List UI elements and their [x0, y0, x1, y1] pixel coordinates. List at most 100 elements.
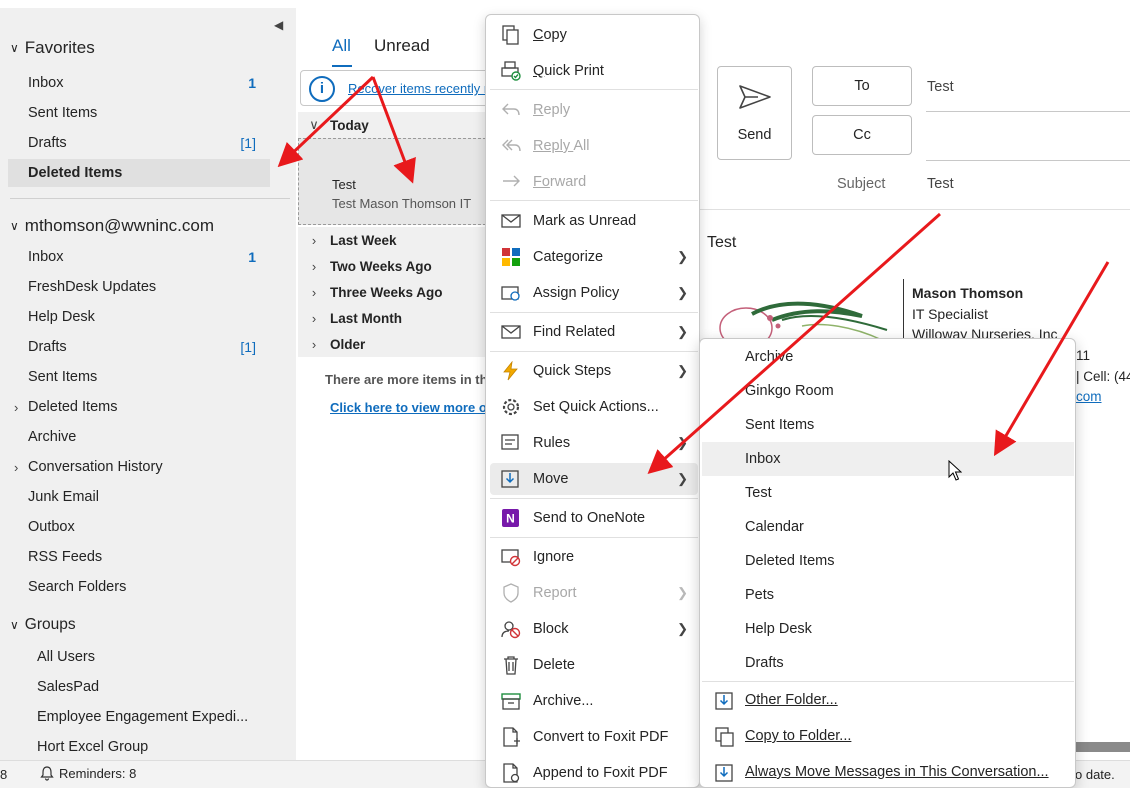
folder-archive[interactable]: Archive: [28, 423, 268, 451]
menu-separator: [490, 312, 698, 313]
group-item[interactable]: All Users: [37, 643, 277, 671]
recover-items-link[interactable]: Recover items recently r: [348, 81, 488, 96]
group-header-last-week[interactable]: › Last Week: [298, 227, 486, 253]
group-header-older[interactable]: › Older: [298, 331, 486, 357]
folder-junk-email[interactable]: Junk Email: [28, 483, 268, 511]
chevron-right-icon[interactable]: ›: [14, 400, 18, 415]
collapse-pane-button[interactable]: ◀: [274, 18, 283, 32]
signature-link[interactable]: com: [1076, 389, 1102, 404]
menu-item-set-quick-actions[interactable]: Set Quick Actions...: [490, 391, 698, 423]
mouse-cursor-icon: [948, 460, 962, 481]
to-button[interactable]: To: [812, 66, 912, 106]
menu-item-copy[interactable]: Copy: [490, 19, 698, 51]
subject-field[interactable]: Test: [927, 176, 954, 192]
chevron-right-icon[interactable]: ›: [14, 460, 18, 475]
cc-button[interactable]: Cc: [812, 115, 912, 155]
group-item[interactable]: Hort Excel Group: [37, 733, 277, 761]
submenu-always-move[interactable]: Always Move Messages in This Conversatio…: [702, 755, 1074, 788]
gear-icon: [502, 398, 520, 416]
submenu-folder-test[interactable]: Test: [702, 476, 1074, 510]
message-item[interactable]: Test Test Mason Thomson IT: [298, 138, 486, 225]
folder-deleted-items[interactable]: › Deleted Items: [14, 393, 268, 421]
context-menu: Copy Quick Print Reply Reply All Forward…: [485, 14, 700, 788]
account-header[interactable]: ∨ mthomson@wwninc.com: [10, 216, 214, 236]
chevron-down-icon: ∨: [10, 219, 19, 233]
submenu-folder-sent-items[interactable]: Sent Items: [702, 408, 1074, 442]
menu-item-send-to-onenote[interactable]: N Send to OneNote: [490, 502, 698, 534]
group-header-today[interactable]: ∨ Today: [298, 112, 486, 138]
tab-unread[interactable]: Unread: [374, 36, 430, 56]
bell-icon: [40, 766, 54, 781]
horizontal-scrollbar[interactable]: [1076, 742, 1130, 752]
tab-all[interactable]: All: [332, 36, 351, 56]
move-folder-icon: [715, 692, 733, 710]
header-divider: [696, 209, 1130, 210]
menu-item-report[interactable]: Report ❯: [490, 577, 698, 609]
signature-phone: 11: [1076, 348, 1091, 363]
folder-drafts[interactable]: Drafts [1]: [28, 333, 268, 361]
menu-separator: [490, 89, 698, 90]
menu-item-reply[interactable]: Reply: [490, 94, 698, 126]
menu-item-forward[interactable]: Forward: [490, 166, 698, 198]
favorite-deleted-items[interactable]: Deleted Items: [8, 159, 270, 187]
menu-item-block[interactable]: Block ❯: [490, 613, 698, 645]
signature-title: IT Specialist: [912, 306, 988, 322]
folder-sent-items[interactable]: Sent Items: [28, 363, 268, 391]
folder-rss-feeds[interactable]: RSS Feeds: [28, 543, 268, 571]
folder-outbox[interactable]: Outbox: [28, 513, 268, 541]
menu-item-mark-as-unread[interactable]: Mark as Unread: [490, 205, 698, 237]
menu-item-delete[interactable]: Delete: [490, 649, 698, 681]
submenu-folder-drafts[interactable]: Drafts: [702, 646, 1074, 680]
folder-inbox[interactable]: Inbox 1: [28, 243, 268, 271]
to-field[interactable]: Test: [927, 79, 954, 95]
submenu-folder-pets[interactable]: Pets: [702, 578, 1074, 612]
cc-field-underline: [926, 160, 1130, 161]
menu-item-quick-steps[interactable]: Quick Steps ❯: [490, 355, 698, 387]
menu-item-append-to-foxit-pdf[interactable]: Append to Foxit PDF: [490, 757, 698, 788]
groups-header[interactable]: ∨ Groups: [10, 616, 76, 634]
menu-item-assign-policy[interactable]: Assign Policy ❯: [490, 277, 698, 309]
submenu-copy-to-folder[interactable]: Copy to Folder...: [702, 719, 1074, 753]
reply-icon: [502, 103, 520, 116]
menu-separator: [490, 200, 698, 201]
chevron-right-icon: ›: [311, 232, 317, 248]
group-header-two-weeks-ago[interactable]: › Two Weeks Ago: [298, 253, 486, 279]
group-item[interactable]: SalesPad: [37, 673, 277, 701]
chevron-right-icon: ›: [311, 258, 317, 274]
menu-item-rules[interactable]: Rules ❯: [490, 427, 698, 459]
view-more-link[interactable]: Click here to view more o: [330, 400, 487, 415]
favorite-sent-items[interactable]: Sent Items: [28, 99, 268, 127]
folder-help-desk[interactable]: Help Desk: [28, 303, 268, 331]
folder-conversation-history[interactable]: › Conversation History: [14, 453, 268, 481]
favorites-header[interactable]: ∨ Favorites: [10, 38, 95, 58]
menu-item-archive[interactable]: Archive...: [490, 685, 698, 717]
menu-item-move[interactable]: Move ❯: [490, 463, 698, 495]
folder-freshdesk-updates[interactable]: FreshDesk Updates: [28, 273, 268, 301]
group-header-last-month[interactable]: › Last Month: [298, 305, 486, 331]
chevron-down-icon: ∨: [10, 618, 19, 632]
send-button[interactable]: Send: [717, 66, 792, 160]
menu-item-quick-print[interactable]: Quick Print: [490, 55, 698, 87]
group-header-three-weeks-ago[interactable]: › Three Weeks Ago: [298, 279, 486, 305]
favorite-inbox[interactable]: Inbox 1: [28, 69, 268, 97]
menu-item-convert-to-foxit-pdf[interactable]: Convert to Foxit PDF: [490, 721, 698, 753]
menu-item-ignore[interactable]: Ignore: [490, 541, 698, 573]
reminders-button[interactable]: Reminders: 8: [40, 766, 136, 781]
submenu-folder-ginkgo-room[interactable]: Ginkgo Room: [702, 374, 1074, 408]
menu-item-reply-all[interactable]: Reply All: [490, 130, 698, 162]
submenu-folder-inbox[interactable]: Inbox: [702, 442, 1074, 476]
submenu-folder-calendar[interactable]: Calendar: [702, 510, 1074, 544]
submenu-folder-help-desk[interactable]: Help Desk: [702, 612, 1074, 646]
submenu-folder-deleted-items[interactable]: Deleted Items: [702, 544, 1074, 578]
submenu-folder-archive[interactable]: Archive: [702, 340, 1074, 374]
favorite-drafts[interactable]: Drafts [1]: [28, 129, 268, 157]
folder-search-folders[interactable]: Search Folders: [28, 573, 268, 601]
chevron-right-icon: ❯: [677, 435, 688, 450]
submenu-other-folder[interactable]: Other Folder...: [702, 683, 1074, 717]
menu-item-find-related[interactable]: Find Related ❯: [490, 316, 698, 348]
ignore-icon: [501, 549, 521, 567]
find-related-icon: [501, 325, 521, 339]
menu-item-categorize[interactable]: Categorize ❯: [490, 241, 698, 273]
archive-icon: [501, 693, 521, 710]
group-item[interactable]: Employee Engagement Expedi...: [37, 703, 277, 731]
